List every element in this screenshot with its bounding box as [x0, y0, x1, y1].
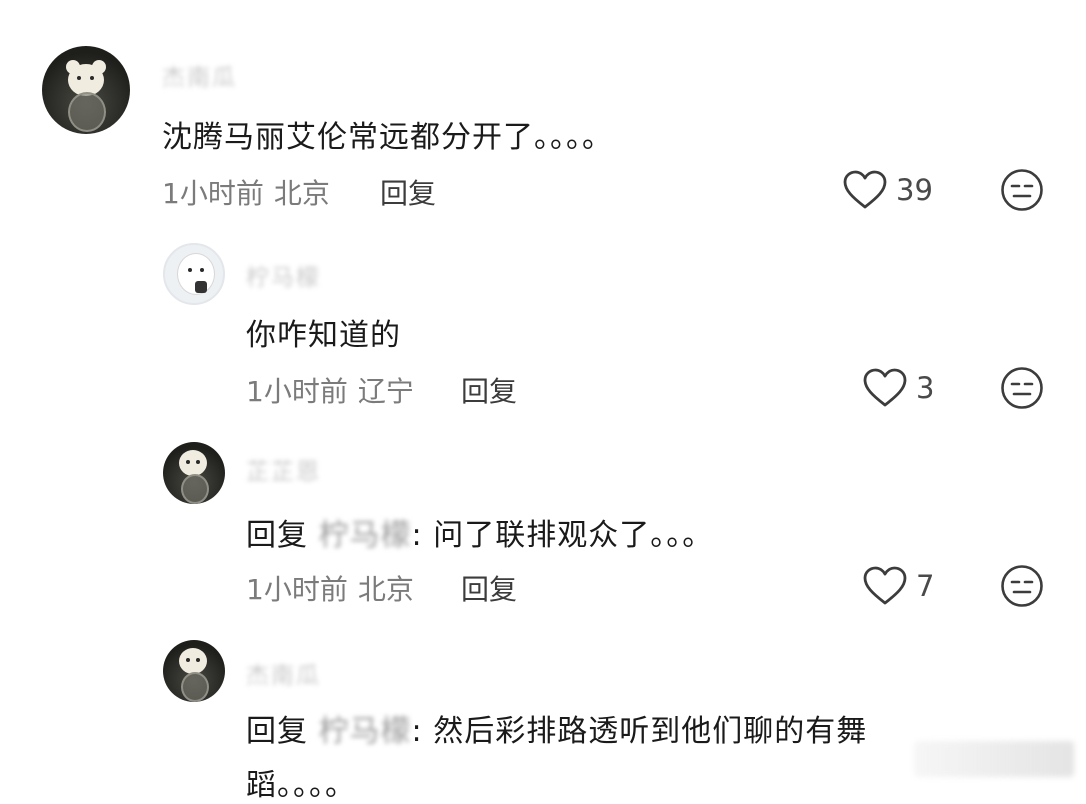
comment-text: 你咋知道的	[246, 318, 401, 353]
like-button[interactable]: 7	[862, 566, 934, 606]
like-button[interactable]: 39	[842, 170, 933, 210]
like-count: 3	[916, 371, 935, 405]
like-count: 7	[916, 569, 935, 603]
avatar[interactable]	[42, 46, 130, 134]
heart-outline-icon	[863, 566, 907, 605]
eye	[196, 460, 200, 464]
location: 辽宁	[357, 375, 414, 408]
eye	[90, 76, 94, 80]
watermark	[914, 741, 1074, 777]
avatar[interactable]	[163, 243, 225, 305]
username[interactable]: 杰南瓜	[162, 58, 237, 92]
comment-item: 杰南瓜 沈腾马丽艾伦常远都分开了。。。。 1小时前 北京 回复 39	[0, 0, 1086, 240]
bear-head	[179, 450, 207, 476]
avatar[interactable]	[163, 442, 225, 504]
reply-button[interactable]: 回复	[461, 370, 517, 410]
comment-text: 回复 柠马檬: 然后彩排路透听到他们聊的有舞	[246, 706, 867, 750]
reply-body: : 然后彩排路透听到他们聊的有舞	[411, 714, 868, 749]
comment-text-continued: 蹈。。。。	[246, 768, 356, 803]
username[interactable]: 杰南瓜	[246, 656, 321, 690]
held-object	[195, 281, 207, 293]
bear-body	[181, 474, 209, 504]
reply-button[interactable]: 回复	[380, 172, 436, 212]
bear-body	[181, 672, 209, 702]
reply-prefix: 回复	[246, 518, 308, 553]
reply-item: 芷芷恩 回复 柠马檬: 问了联排观众了。。。 1小时前 北京 回复 7	[0, 440, 1086, 636]
eye	[188, 268, 192, 272]
like-count: 39	[896, 173, 933, 207]
comment-text: 沈腾马丽艾伦常远都分开了。。。。	[162, 120, 613, 155]
like-button[interactable]: 3	[862, 368, 934, 408]
comment-meta: 1小时前 北京	[246, 568, 414, 608]
comment-text: 回复 柠马檬: 问了联排观众了。。。	[246, 510, 713, 554]
heart-outline-icon	[843, 170, 887, 209]
reply-prefix: 回复	[246, 714, 308, 749]
avatar[interactable]	[163, 640, 225, 702]
location: 北京	[273, 177, 330, 210]
eye	[186, 658, 190, 662]
heart-outline-icon	[863, 368, 907, 407]
bear-body	[68, 92, 106, 132]
neutral-face-icon[interactable]	[1000, 366, 1044, 410]
comment-meta: 1小时前 辽宁	[246, 370, 414, 410]
eye	[196, 658, 200, 662]
username[interactable]: 芷芷恩	[246, 452, 321, 486]
timestamp: 1小时前	[246, 375, 348, 408]
eye	[200, 268, 204, 272]
timestamp: 1小时前	[162, 177, 264, 210]
eye	[77, 76, 81, 80]
reply-to-username[interactable]: 柠马檬	[319, 518, 412, 553]
reply-button[interactable]: 回复	[461, 568, 517, 608]
neutral-face-icon[interactable]	[1000, 168, 1044, 212]
reply-item: 柠马檬 你咋知道的 1小时前 辽宁 回复 3	[0, 240, 1086, 440]
reply-body: : 问了联排观众了。。。	[411, 518, 714, 553]
location: 北京	[357, 573, 414, 606]
timestamp: 1小时前	[246, 573, 348, 606]
comment-meta: 1小时前 北京	[162, 172, 330, 212]
eye	[186, 460, 190, 464]
reply-to-username[interactable]: 柠马檬	[319, 714, 412, 749]
bear-head	[179, 648, 207, 674]
username[interactable]: 柠马檬	[246, 258, 321, 292]
neutral-face-icon[interactable]	[1000, 564, 1044, 608]
